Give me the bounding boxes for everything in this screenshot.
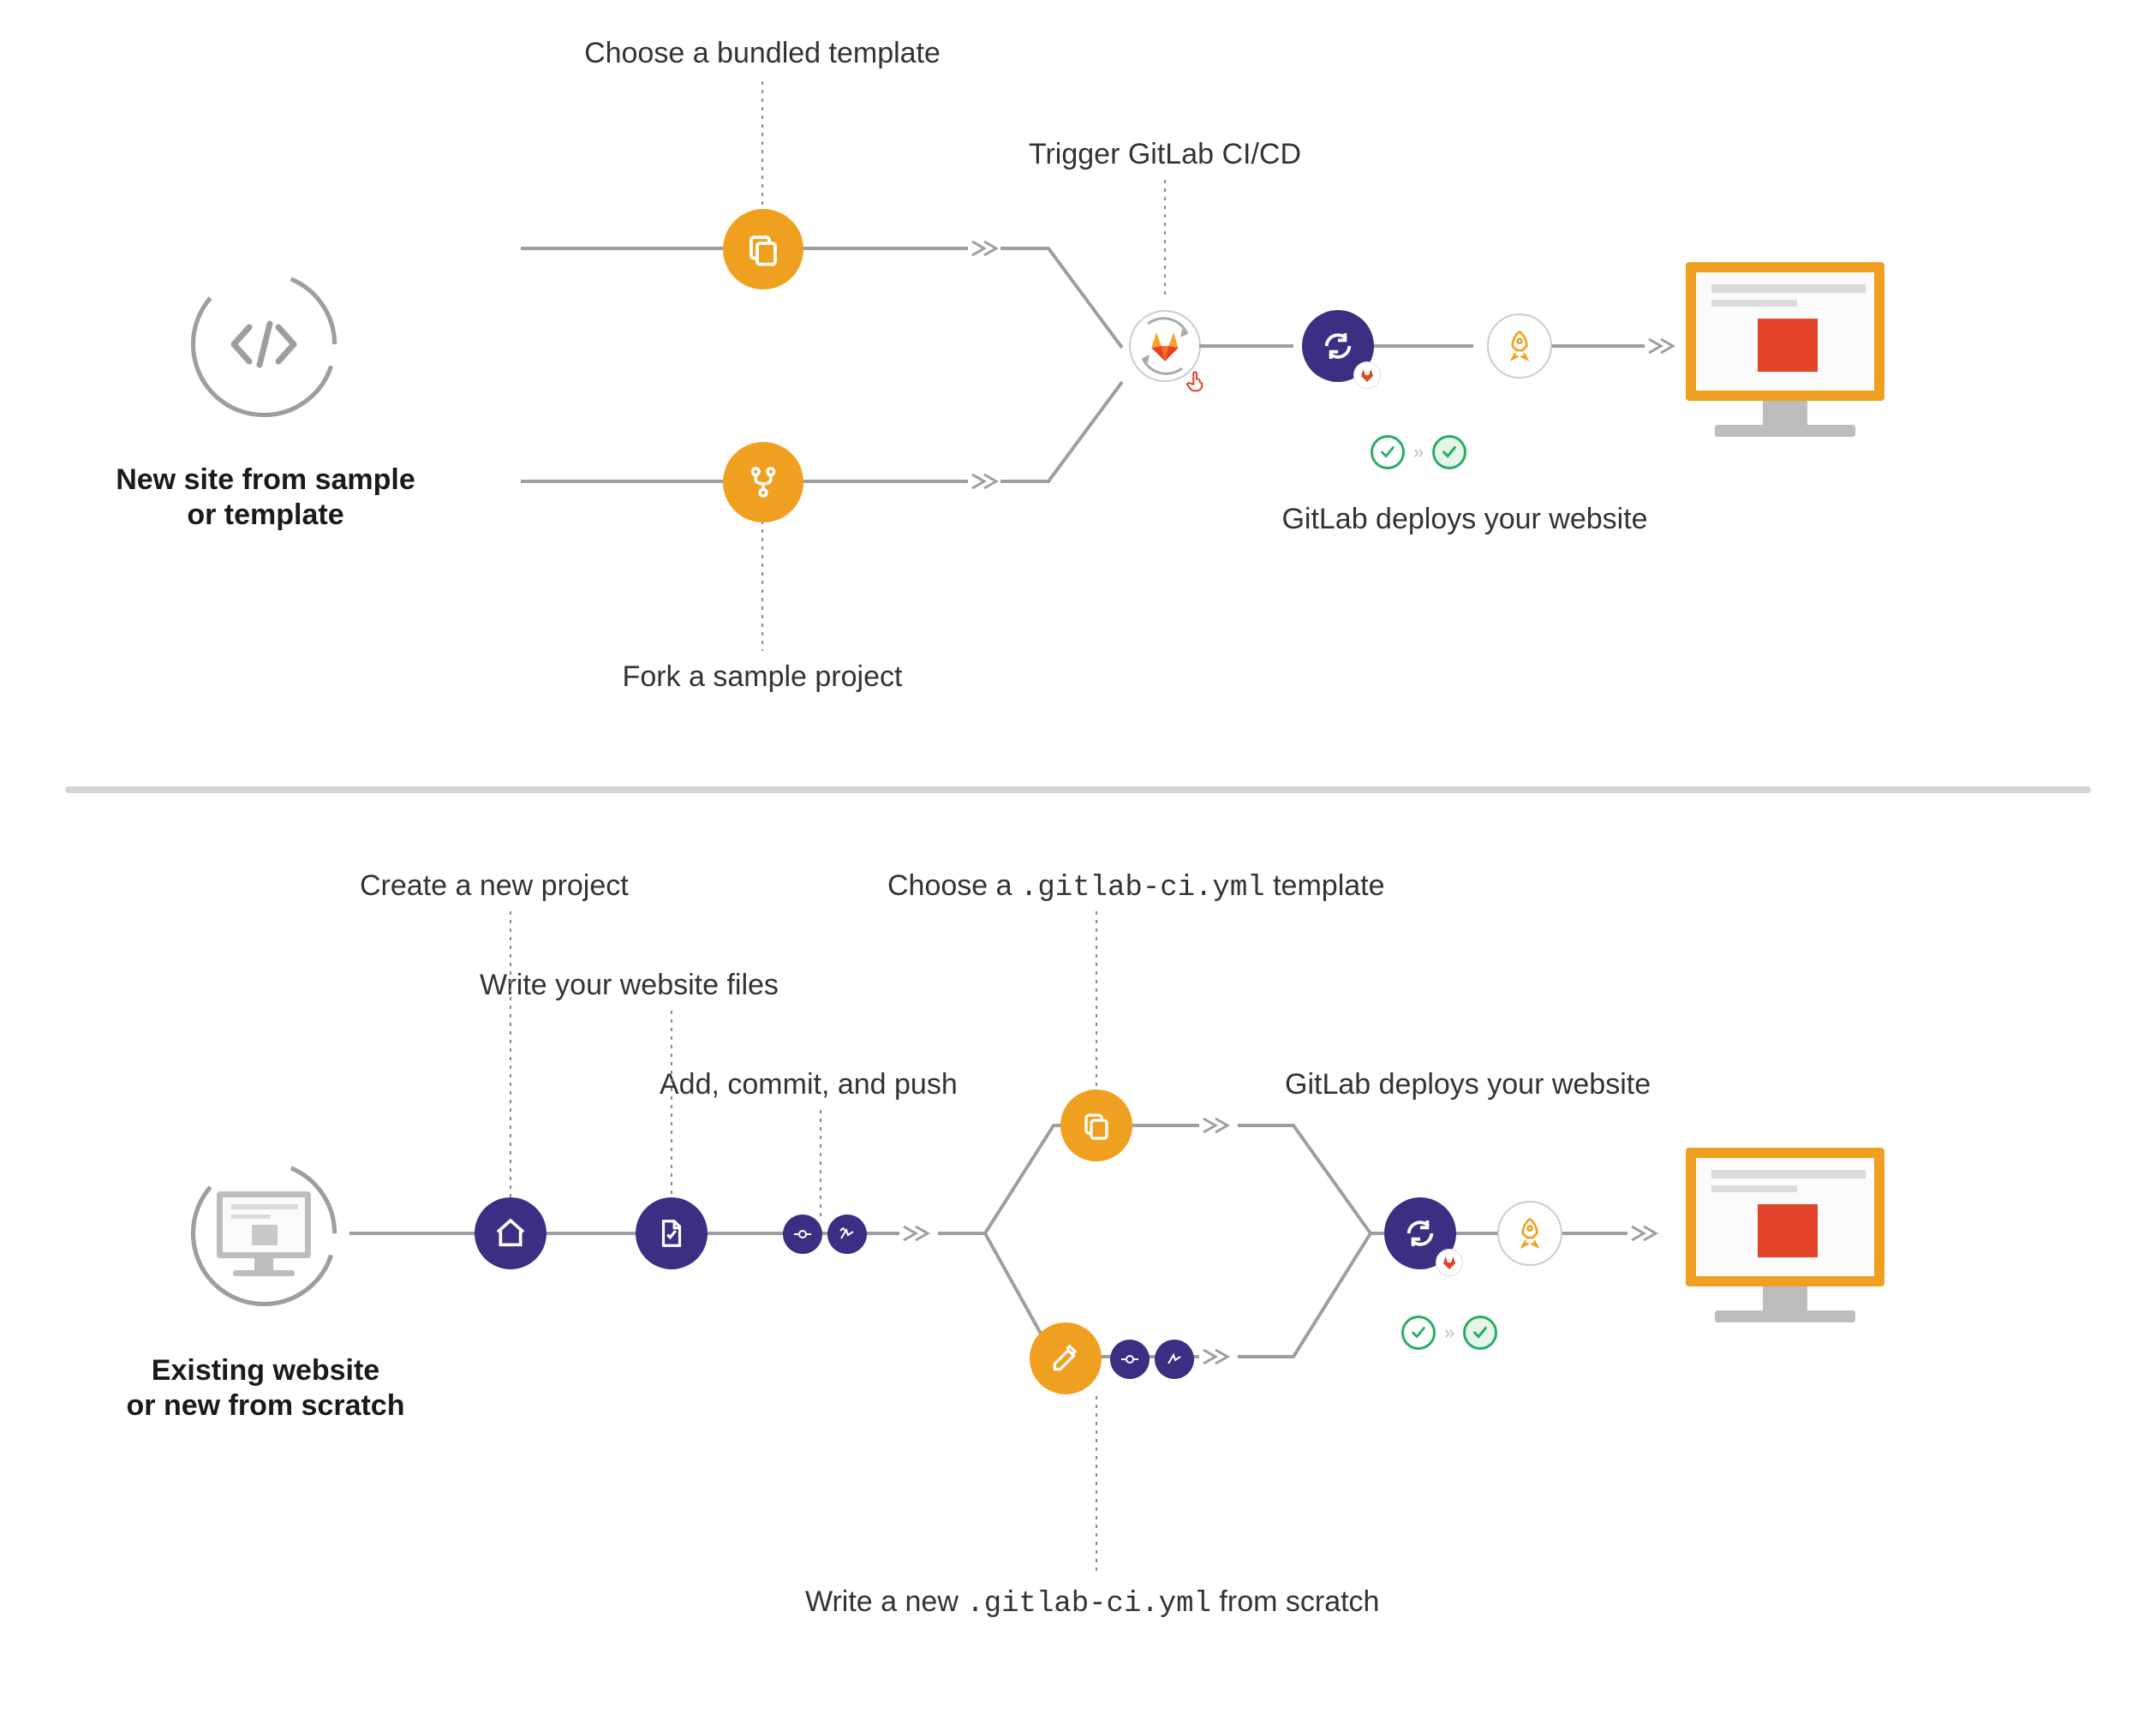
computer-icon — [217, 1191, 311, 1276]
edit-icon — [1030, 1322, 1102, 1394]
sync-icon — [1384, 1197, 1456, 1269]
text: template — [1265, 869, 1385, 902]
label-write-ci: Write a new .gitlab-ci.yml from scratch — [805, 1585, 1379, 1622]
label-choose-ci: Choose a .gitlab-ci.yml template — [887, 868, 1385, 906]
check-icon — [1371, 435, 1405, 469]
label-trigger-ci: Trigger GitLab CI/CD — [1002, 137, 1328, 172]
text: Existing website — [152, 1354, 379, 1387]
gitlab-ci-icon — [1129, 310, 1201, 382]
commit-icon — [1110, 1340, 1150, 1379]
label-deploy-top: GitLab deploys your website — [1259, 502, 1670, 537]
copy-icon — [723, 209, 803, 289]
dotted — [1163, 180, 1167, 300]
commit-icon — [783, 1215, 822, 1254]
start-existing-icon — [190, 1160, 337, 1307]
code: .gitlab-ci.yml — [1020, 872, 1265, 904]
gitlab-badge-icon — [1436, 1249, 1463, 1276]
check-icon — [1432, 435, 1466, 469]
fork-icon — [723, 442, 803, 522]
label-add-commit-push: Add, commit, and push — [660, 1067, 958, 1102]
text: Write a new — [805, 1585, 966, 1618]
rocket-icon — [1497, 1201, 1562, 1266]
home-icon — [475, 1197, 546, 1269]
section-divider — [65, 786, 2091, 793]
connectors-top-left — [0, 0, 1079, 771]
label-write-files: Write your website files — [480, 968, 779, 1003]
check-icon — [1463, 1316, 1497, 1350]
website-computer-icon — [1686, 1148, 1884, 1322]
check-icon — [1401, 1316, 1436, 1350]
gitlab-badge-icon — [1353, 361, 1381, 389]
start-title-bottom: Existing website or new from scratch — [94, 1353, 437, 1424]
label-create-project: Create a new project — [360, 868, 629, 904]
chevron-icon: » — [1413, 441, 1424, 463]
text: Choose a — [887, 869, 1020, 902]
copy-icon — [1060, 1089, 1132, 1161]
pipeline-status: » — [1371, 435, 1466, 469]
code: .gitlab-ci.yml — [966, 1588, 1211, 1620]
chevron-icon: » — [1444, 1322, 1454, 1344]
push-icon — [1155, 1340, 1194, 1379]
label-fork-sample: Fork a sample project — [591, 660, 934, 695]
push-icon — [827, 1215, 867, 1254]
sync-icon — [1302, 310, 1374, 382]
pipeline-status: » — [1401, 1316, 1497, 1350]
file-icon — [636, 1197, 708, 1269]
text: or new from scratch — [127, 1389, 405, 1422]
label-deploy-bottom: GitLab deploys your website — [1285, 1067, 1651, 1102]
text: from scratch — [1211, 1585, 1379, 1618]
rocket-icon — [1487, 313, 1552, 379]
website-computer-icon — [1686, 262, 1884, 437]
